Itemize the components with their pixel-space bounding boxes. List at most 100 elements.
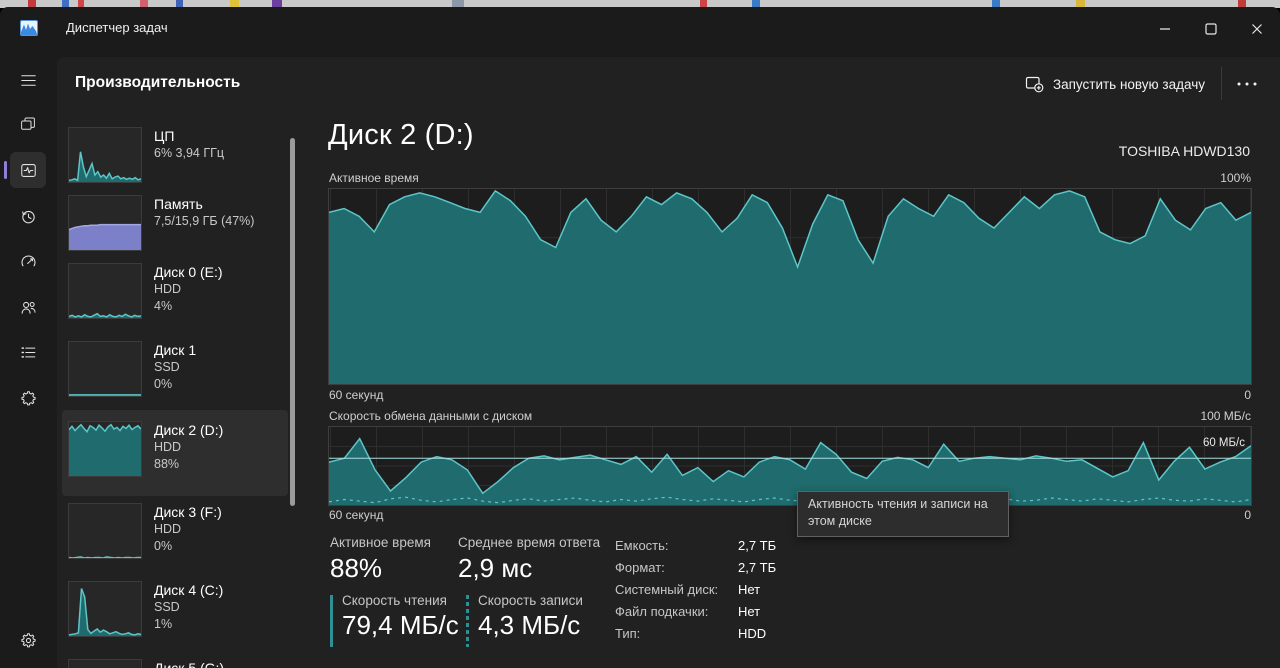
item-percent: 4% [154, 298, 223, 315]
chart1-label: Активное время [329, 171, 419, 185]
stat-value: 2,7 ТБ [738, 560, 776, 575]
stat-value: HDD [738, 626, 766, 641]
processes-icon [19, 115, 37, 133]
sidebar-item-disk5[interactable]: Диск 5 (G:) [62, 652, 288, 668]
sidebar-item-disk0[interactable]: Диск 0 (E:) HDD 4% [62, 256, 288, 334]
performance-icon [19, 161, 38, 180]
sidebar-item-disk2-selected[interactable]: Диск 2 (D:) HDD 88% [62, 410, 288, 496]
memory-sparkline [68, 195, 142, 251]
nav-menu-button[interactable] [10, 62, 46, 98]
performance-sidebar-list: ЦП 6% 3,94 ГГц Память 7,5/15,9 ГБ (47%) … [62, 120, 288, 668]
hamburger-icon [19, 71, 38, 90]
details-list-icon [19, 343, 38, 362]
stat-label: Системный диск: [615, 582, 718, 597]
stat-label: Тип: [615, 626, 640, 641]
close-button[interactable] [1234, 7, 1280, 50]
services-cog-icon [19, 389, 38, 408]
task-manager-app-icon [20, 20, 38, 36]
stat-row-capacity: Емкость: 2,7 ТБ [615, 538, 945, 560]
disk-detail-pane: Диск 2 (D:) TOSHIBA HDWD130 Активное вре… [328, 57, 1252, 668]
read-speed-label: Скорость чтения [342, 593, 459, 608]
chart2-label: Скорость обмена данными с диском [329, 409, 532, 423]
item-percent: 88% [154, 456, 223, 473]
item-subtitle: SSD [154, 599, 223, 616]
nav-details-button[interactable] [10, 334, 46, 370]
disk1-sparkline [68, 341, 142, 397]
stat-row-page-file: Файл подкачки: Нет [615, 604, 945, 626]
item-subtitle: 6% 3,94 ГГц [154, 145, 224, 162]
stat-value: 2,7 ТБ [738, 538, 776, 553]
disk4-sparkline [68, 581, 142, 637]
sidebar-item-memory[interactable]: Память 7,5/15,9 ГБ (47%) [62, 188, 288, 256]
minimize-icon [1156, 20, 1174, 38]
read-speed-indicator-bar [330, 595, 333, 647]
read-speed-value: 79,4 МБ/с [342, 610, 459, 641]
active-time-chart[interactable] [328, 188, 1252, 385]
response-time-stat-label: Среднее время ответа [458, 535, 600, 550]
chart-tooltip: Активность чтения и записи на этом диске [797, 491, 1009, 537]
stat-value: Нет [738, 604, 760, 619]
item-subtitle: SSD [154, 359, 196, 376]
sidebar-item-disk4[interactable]: Диск 4 (C:) SSD 1% [62, 574, 288, 652]
nav-processes-button[interactable] [10, 106, 46, 142]
chart2-max-label: 100 МБ/с [1200, 409, 1251, 423]
disk-title: Диск 2 (D:) [328, 119, 474, 152]
close-icon [1248, 20, 1266, 38]
item-subtitle: HDD [154, 521, 222, 538]
chart1-x-right: 0 [1244, 388, 1251, 402]
item-title: Память [154, 195, 254, 213]
stat-label: Емкость: [615, 538, 669, 553]
item-title: Диск 5 (G:) [154, 659, 224, 668]
nav-performance-button[interactable] [10, 152, 46, 188]
transfer-rate-chart[interactable]: 60 МБ/с [328, 426, 1252, 506]
settings-gear-icon [19, 631, 38, 650]
item-title: Диск 3 (F:) [154, 503, 222, 521]
speedometer-icon [19, 252, 38, 271]
nav-app-history-button[interactable] [10, 198, 46, 234]
minimize-button[interactable] [1142, 7, 1188, 50]
content-panel: Производительность Запустить новую задач… [57, 57, 1280, 668]
sidebar-scrollbar[interactable] [290, 138, 295, 506]
history-clock-icon [19, 207, 38, 226]
titlebar: Диспетчер задач [0, 7, 1280, 50]
active-time-stat-value: 88% [330, 553, 431, 584]
stat-label: Формат: [615, 560, 665, 575]
maximize-button[interactable] [1188, 7, 1234, 50]
stat-row-formatted: Формат: 2,7 ТБ [615, 560, 945, 582]
stat-value: Нет [738, 582, 760, 597]
chart1-x-left: 60 секунд [329, 388, 383, 402]
task-manager-window: Диспетчер задач [0, 7, 1280, 668]
item-title: ЦП [154, 127, 224, 145]
item-title: Диск 4 (C:) [154, 581, 223, 599]
users-icon [19, 298, 38, 317]
page-title: Производительность [75, 74, 240, 92]
chart2-x-right: 0 [1244, 508, 1251, 522]
nav-rail [0, 50, 57, 668]
window-title: Диспетчер задач [66, 20, 168, 35]
maximize-icon [1202, 20, 1220, 38]
cpu-sparkline [68, 127, 142, 183]
sidebar-item-cpu[interactable]: ЦП 6% 3,94 ГГц [62, 120, 288, 188]
response-time-stat-value: 2,9 мс [458, 553, 600, 584]
nav-settings-button[interactable] [10, 622, 46, 658]
nav-services-button[interactable] [10, 380, 46, 416]
stat-row-type: Тип: HDD [615, 626, 945, 648]
item-title: Диск 1 [154, 341, 196, 359]
disk2-sparkline [68, 421, 142, 477]
item-percent: 0% [154, 376, 196, 393]
disk5-sparkline [68, 659, 142, 668]
nav-startup-apps-button[interactable] [10, 243, 46, 279]
write-speed-label: Скорость записи [478, 593, 583, 608]
item-title: Диск 2 (D:) [154, 421, 223, 439]
item-subtitle: 7,5/15,9 ГБ (47%) [154, 213, 254, 230]
disk0-sparkline [68, 263, 142, 319]
write-speed-value: 4,3 МБ/с [478, 610, 583, 641]
item-percent: 1% [154, 616, 223, 633]
sidebar-item-disk3[interactable]: Диск 3 (F:) HDD 0% [62, 496, 288, 574]
nav-selected-indicator [4, 161, 7, 179]
active-time-stat-label: Активное время [330, 535, 431, 550]
sidebar-item-disk1[interactable]: Диск 1 SSD 0% [62, 334, 288, 410]
chart2-reference-label: 60 МБ/с [1203, 437, 1245, 449]
nav-users-button[interactable] [10, 289, 46, 325]
chart1-max-label: 100% [1220, 171, 1251, 185]
